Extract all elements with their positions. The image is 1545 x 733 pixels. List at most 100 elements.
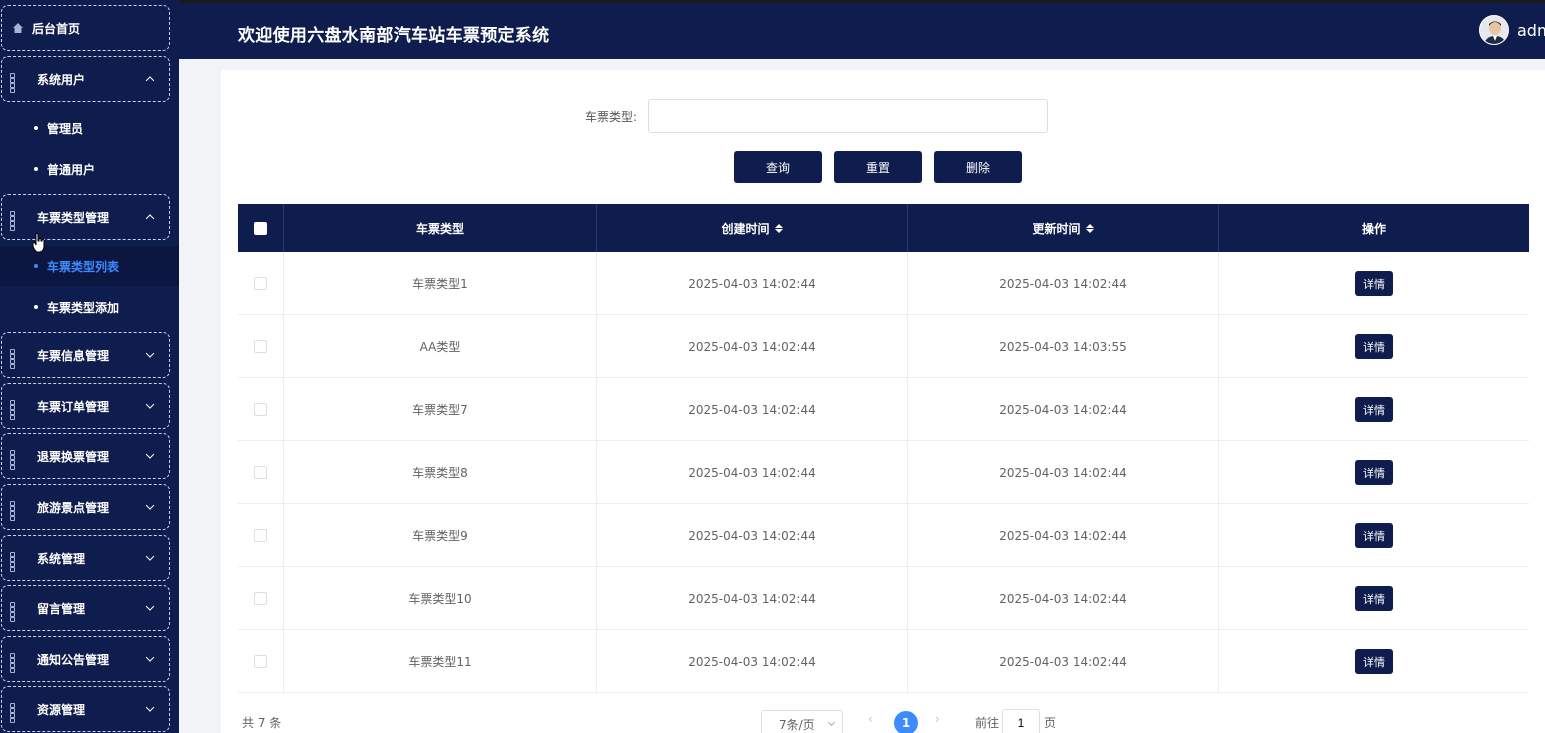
prev-page-button[interactable]: ‹ (868, 712, 873, 726)
row-checkbox[interactable] (254, 655, 267, 668)
page-size-select[interactable]: 7条/页 (761, 710, 843, 733)
sort-icon[interactable] (1085, 223, 1094, 233)
grid-icon (10, 399, 23, 420)
detail-button[interactable]: 详情 (1355, 649, 1393, 674)
page-title: 欢迎使用六盘水南部汽车站车票预定系统 (238, 26, 550, 46)
column-header-label: 更新时间 (1032, 221, 1081, 236)
delete-button[interactable]: 删除 (934, 151, 1022, 183)
reset-button[interactable]: 重置 (834, 151, 922, 183)
sidebar-group-label: 车票订单管理 (37, 399, 110, 414)
avatar[interactable] (1479, 15, 1509, 45)
cell-type: 车票类型9 (284, 504, 597, 567)
search-label: 车票类型: (585, 110, 638, 124)
cell-actions: 详情 (1219, 567, 1529, 630)
query-button[interactable]: 查询 (734, 151, 822, 183)
sidebar-group-label: 资源管理 (37, 702, 86, 717)
sidebar-home-label: 后台首页 (32, 21, 81, 36)
user-avatar-icon (1480, 16, 1508, 44)
user-name[interactable]: adm (1517, 21, 1545, 40)
table-row: 车票类型10 2025-04-03 14:02:44 2025-04-03 14:0… (238, 567, 1529, 630)
cell-updated: 2025-04-03 14:03:55 (908, 315, 1219, 378)
grid-icon (10, 702, 23, 723)
sidebar-group-system[interactable]: 系统管理 (1, 535, 170, 581)
column-header-label: 创建时间 (721, 221, 770, 236)
sidebar-group-label: 车票信息管理 (37, 348, 110, 363)
detail-button[interactable]: 详情 (1355, 271, 1393, 296)
sidebar-item-admin[interactable]: 管理员 (0, 108, 179, 148)
chevron-down-icon (145, 653, 155, 662)
hand-cursor-icon (32, 233, 45, 253)
row-checkbox[interactable] (254, 340, 267, 353)
ticket-type-search-input[interactable] (648, 99, 1048, 133)
sidebar-group-ticket-info[interactable]: 车票信息管理 (1, 332, 170, 378)
row-select-cell (238, 630, 284, 693)
row-checkbox[interactable] (254, 403, 267, 416)
sidebar-group-ticket-type[interactable]: 车票类型管理 (1, 194, 170, 240)
sidebar-item-normal-users[interactable]: 普通用户 (0, 149, 179, 189)
column-header-created[interactable]: 创建时间 (597, 204, 908, 252)
column-header-updated[interactable]: 更新时间 (908, 204, 1219, 252)
row-select-cell (238, 252, 284, 315)
goto-page-input[interactable] (1002, 709, 1040, 733)
grid-icon (10, 652, 23, 673)
sidebar-group-scenic-spots[interactable]: 旅游景点管理 (1, 484, 170, 530)
column-header-type: 车票类型 (284, 204, 597, 252)
sidebar-item-ticket-type-add[interactable]: 车票类型添加 (0, 287, 179, 327)
sidebar-group-resources[interactable]: 资源管理 (1, 686, 170, 732)
page-size-value: 7条/页 (779, 717, 815, 732)
sidebar-group-ticket-orders[interactable]: 车票订单管理 (1, 383, 170, 429)
detail-button[interactable]: 详情 (1355, 523, 1393, 548)
sidebar-group-messages[interactable]: 留言管理 (1, 585, 170, 631)
detail-button[interactable]: 详情 (1355, 397, 1393, 422)
pagination-total: 共 7 条 (242, 716, 282, 730)
grid-icon (10, 601, 23, 622)
chevron-down-icon (145, 450, 155, 459)
row-select-cell (238, 378, 284, 441)
grid-icon (10, 210, 23, 231)
cell-type: 车票类型10 (284, 567, 597, 630)
sidebar-group-label: 通知公告管理 (37, 652, 110, 667)
cell-type: 车票类型11 (284, 630, 597, 693)
bullet-icon (34, 167, 38, 171)
row-checkbox[interactable] (254, 277, 267, 290)
column-header-label: 操作 (1361, 221, 1386, 236)
cell-created: 2025-04-03 14:02:44 (597, 315, 908, 378)
sidebar-item-home[interactable]: 后台首页 (1, 5, 170, 51)
row-checkbox[interactable] (254, 592, 267, 605)
chevron-down-icon (145, 552, 155, 561)
detail-button[interactable]: 详情 (1355, 586, 1393, 611)
chevron-down-icon (827, 718, 836, 727)
sidebar-item-ticket-type-list[interactable]: 车票类型列表 (0, 246, 179, 286)
detail-button[interactable]: 详情 (1355, 460, 1393, 485)
sidebar-group-label: 留言管理 (37, 601, 86, 616)
cell-created: 2025-04-03 14:02:44 (597, 441, 908, 504)
row-checkbox[interactable] (254, 529, 267, 542)
sidebar-group-label: 系统用户 (37, 72, 86, 87)
sidebar-item-label: 普通用户 (47, 162, 96, 177)
page-number-current[interactable]: 1 (894, 711, 918, 733)
cell-created: 2025-04-03 14:02:44 (597, 630, 908, 693)
cell-created: 2025-04-03 14:02:44 (597, 252, 908, 315)
select-all-checkbox[interactable] (254, 221, 267, 235)
detail-button[interactable]: 详情 (1355, 334, 1393, 359)
row-select-cell (238, 315, 284, 378)
chevron-up-icon (145, 75, 155, 85)
row-checkbox[interactable] (254, 466, 267, 479)
cell-updated: 2025-04-03 14:02:44 (908, 441, 1219, 504)
next-page-button[interactable]: › (935, 712, 940, 726)
cell-actions: 详情 (1219, 252, 1529, 315)
sidebar-group-refund-exchange[interactable]: 退票换票管理 (1, 433, 170, 479)
grid-icon (10, 500, 23, 521)
chevron-down-icon (145, 349, 155, 358)
cell-type: 车票类型7 (284, 378, 597, 441)
sidebar-group-announcements[interactable]: 通知公告管理 (1, 636, 170, 682)
sort-icon[interactable] (774, 223, 783, 233)
home-icon (13, 23, 23, 33)
table-row: 车票类型7 2025-04-03 14:02:44 2025-04-03 14:02… (238, 378, 1529, 441)
table-row: 车票类型9 2025-04-03 14:02:44 2025-04-03 14:02… (238, 504, 1529, 567)
select-all-cell (238, 204, 284, 252)
cell-updated: 2025-04-03 14:02:44 (908, 567, 1219, 630)
table-row: 车票类型8 2025-04-03 14:02:44 2025-04-03 14:02… (238, 441, 1529, 504)
sidebar-group-users[interactable]: 系统用户 (1, 56, 170, 102)
table-row: 车票类型1 2025-04-03 14:02:44 2025-04-03 14:02… (238, 252, 1529, 315)
